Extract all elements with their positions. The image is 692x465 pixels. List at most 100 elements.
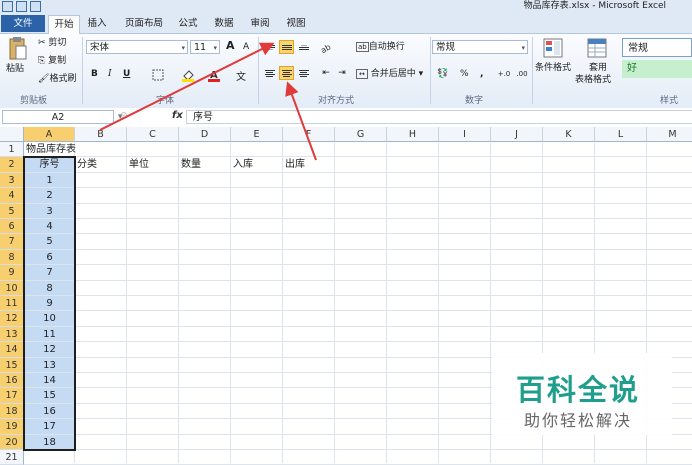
column-header-b[interactable]: B bbox=[75, 127, 127, 142]
row-header-7[interactable]: 7 bbox=[0, 234, 24, 250]
select-all-corner[interactable] bbox=[0, 127, 24, 142]
column-header-a[interactable]: A bbox=[24, 127, 75, 142]
column-header-g[interactable]: G bbox=[335, 127, 387, 142]
gridline-h bbox=[24, 233, 692, 235]
increase-indent-icon[interactable]: ⇥ bbox=[334, 66, 350, 80]
tab-review[interactable]: 审阅 bbox=[244, 15, 276, 32]
percent-button[interactable]: % bbox=[460, 69, 469, 80]
header-cell[interactable]: 数量 bbox=[181, 157, 201, 172]
header-cell[interactable]: 出库 bbox=[285, 157, 305, 172]
sheet-title-cell[interactable]: 物品库存表 bbox=[26, 142, 76, 157]
column-header-m[interactable]: M bbox=[647, 127, 692, 142]
bold-button[interactable]: B bbox=[91, 69, 98, 80]
column-header-l[interactable]: L bbox=[595, 127, 647, 142]
column-header-f[interactable]: F bbox=[283, 127, 335, 142]
save-icon[interactable] bbox=[16, 1, 27, 12]
conditional-formatting-icon[interactable] bbox=[542, 37, 564, 59]
row-header-16[interactable]: 16 bbox=[0, 373, 24, 389]
shrink-font-button[interactable]: A bbox=[243, 42, 249, 53]
number-format-select[interactable]: 常规 ▾ bbox=[432, 40, 528, 54]
align-top-icon[interactable] bbox=[262, 40, 277, 54]
font-name-select[interactable]: 宋体 ▾ bbox=[86, 40, 188, 54]
header-cell[interactable]: 入库 bbox=[233, 157, 253, 172]
currency-icon[interactable]: 💱 bbox=[434, 67, 452, 81]
paste-button[interactable]: 粘贴 bbox=[6, 64, 24, 75]
header-cell[interactable]: 单位 bbox=[129, 157, 149, 172]
quick-access-toolbar bbox=[2, 1, 41, 12]
tab-home[interactable]: 开始 bbox=[48, 15, 80, 34]
format-as-table-label-2[interactable]: 表格格式 bbox=[575, 75, 611, 86]
tab-formulas[interactable]: 公式 bbox=[172, 15, 204, 32]
column-header-d[interactable]: D bbox=[179, 127, 231, 142]
format-as-table-label-1[interactable]: 套用 bbox=[589, 63, 607, 74]
row-header-12[interactable]: 12 bbox=[0, 311, 24, 327]
row-header-2[interactable]: 2 bbox=[0, 157, 24, 173]
name-box[interactable]: A2 bbox=[2, 110, 114, 124]
align-bottom-icon[interactable] bbox=[296, 40, 311, 54]
tab-data[interactable]: 数据 bbox=[208, 15, 240, 32]
excel-icon[interactable] bbox=[2, 1, 13, 12]
fx-icon[interactable]: fx bbox=[172, 110, 183, 121]
row-header-9[interactable]: 9 bbox=[0, 265, 24, 281]
row-header-18[interactable]: 18 bbox=[0, 403, 24, 420]
row-header-8[interactable]: 8 bbox=[0, 249, 24, 266]
format-as-table-icon[interactable] bbox=[586, 37, 608, 59]
italic-button[interactable]: I bbox=[108, 69, 112, 80]
row-header-10[interactable]: 10 bbox=[0, 280, 24, 296]
decrease-indent-icon[interactable]: ⇤ bbox=[318, 66, 334, 80]
paste-icon[interactable] bbox=[6, 36, 28, 62]
row-header-17[interactable]: 17 bbox=[0, 388, 24, 404]
gridline-h bbox=[24, 187, 692, 189]
gridline-h bbox=[24, 202, 692, 204]
style-good[interactable]: 好 bbox=[622, 60, 692, 78]
column-header-h[interactable]: H bbox=[387, 127, 439, 142]
underline-button[interactable]: U bbox=[123, 69, 130, 80]
row-header-5[interactable]: 5 bbox=[0, 203, 24, 219]
row-header-11[interactable]: 11 bbox=[0, 296, 24, 312]
merge-center-button[interactable]: ↔ 合并后居中 ▾ bbox=[356, 69, 423, 80]
format-painter-button[interactable]: 🖌格式刷 bbox=[38, 74, 76, 85]
row-header-3[interactable]: 3 bbox=[0, 172, 24, 189]
column-header-k[interactable]: K bbox=[543, 127, 595, 142]
grow-font-button[interactable]: A bbox=[226, 40, 235, 51]
number-group-label: 数字 bbox=[465, 96, 484, 106]
phonetic-icon[interactable]: 文 bbox=[232, 68, 250, 83]
conditional-formatting-button[interactable]: 条件格式 bbox=[535, 63, 571, 74]
tab-file[interactable]: 文件 bbox=[1, 15, 45, 32]
row-header-15[interactable]: 15 bbox=[0, 357, 24, 373]
wrap-text-button[interactable]: ab 自动换行 bbox=[356, 42, 405, 53]
align-center-icon[interactable] bbox=[279, 66, 294, 80]
row-header-1[interactable]: 1 bbox=[0, 142, 24, 158]
row-header-14[interactable]: 14 bbox=[0, 342, 24, 358]
row-header-6[interactable]: 6 bbox=[0, 219, 24, 235]
font-size-select[interactable]: 11 ▾ bbox=[190, 40, 220, 54]
column-header-j[interactable]: J bbox=[491, 127, 543, 142]
row-header-13[interactable]: 13 bbox=[0, 326, 24, 343]
tab-view[interactable]: 视图 bbox=[280, 15, 312, 32]
row-header-19[interactable]: 19 bbox=[0, 419, 24, 435]
tab-page-layout[interactable]: 页面布局 bbox=[118, 15, 170, 32]
row-header-20[interactable]: 20 bbox=[0, 434, 24, 450]
header-cell[interactable]: 分类 bbox=[77, 157, 97, 172]
column-header-c[interactable]: C bbox=[127, 127, 179, 142]
column-header-i[interactable]: I bbox=[439, 127, 491, 142]
cut-button[interactable]: ✂ 剪切 bbox=[38, 38, 66, 49]
tab-insert[interactable]: 插入 bbox=[82, 15, 112, 32]
column-header-e[interactable]: E bbox=[231, 127, 283, 142]
formula-input[interactable]: 序号 bbox=[186, 110, 692, 124]
increase-decimal-icon[interactable]: +.0 bbox=[496, 67, 512, 81]
ribbon-tabs: 文件 开始 插入 页面布局 公式 数据 审阅 视图 bbox=[0, 13, 692, 34]
borders-icon[interactable] bbox=[150, 68, 166, 82]
decrease-decimal-icon[interactable]: .00 bbox=[514, 67, 530, 81]
undo-icon[interactable] bbox=[30, 1, 41, 12]
style-normal[interactable]: 常规 bbox=[622, 38, 692, 57]
fill-color-icon[interactable] bbox=[180, 68, 196, 82]
align-middle-icon[interactable] bbox=[279, 40, 294, 54]
font-color-icon[interactable]: A bbox=[206, 68, 222, 82]
copy-button[interactable]: ⎘ 复制 bbox=[38, 56, 66, 67]
orientation-icon[interactable]: ab bbox=[318, 40, 336, 54]
comma-button[interactable]: , bbox=[480, 69, 483, 80]
align-left-icon[interactable] bbox=[262, 66, 277, 80]
align-right-icon[interactable] bbox=[296, 66, 311, 80]
row-header-4[interactable]: 4 bbox=[0, 188, 24, 204]
